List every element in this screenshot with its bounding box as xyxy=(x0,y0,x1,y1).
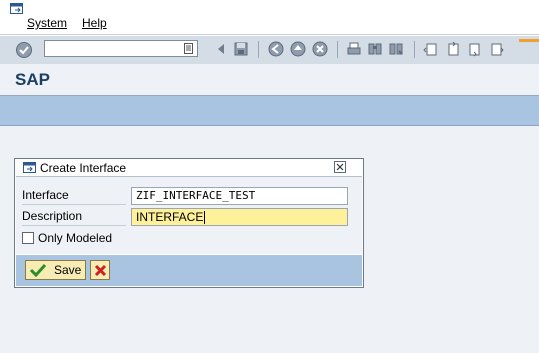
back-icon[interactable] xyxy=(214,41,230,57)
app-menu-icon[interactable] xyxy=(10,3,24,15)
previous-page-icon[interactable] xyxy=(445,41,461,57)
last-page-icon[interactable] xyxy=(488,41,504,57)
cancel-icon xyxy=(94,264,107,277)
description-field[interactable]: INTERFACE xyxy=(131,208,348,226)
description-label: Description xyxy=(22,207,126,226)
command-input[interactable] xyxy=(48,42,182,58)
menu-help[interactable]: Help xyxy=(82,16,107,30)
only-modeled-checkbox[interactable] xyxy=(22,232,34,244)
close-icon[interactable] xyxy=(334,161,346,173)
print-icon[interactable] xyxy=(346,41,362,57)
exit-icon[interactable] xyxy=(290,41,306,57)
find-icon[interactable] xyxy=(367,41,383,57)
command-field[interactable] xyxy=(44,40,198,58)
title-bar xyxy=(0,64,539,96)
toolbar-separator xyxy=(337,41,338,58)
cancel-button[interactable] xyxy=(90,260,110,280)
toolbar-separator xyxy=(258,41,259,58)
save-button[interactable]: Save xyxy=(25,260,86,280)
menu-system-label: System xyxy=(27,16,68,30)
find-next-icon[interactable] xyxy=(388,41,404,57)
checkmark-icon xyxy=(30,263,46,277)
description-value: INTERFACE xyxy=(136,210,204,224)
only-modeled-label: Only Modeled xyxy=(38,231,113,245)
history-dropdown-icon[interactable] xyxy=(184,43,193,54)
navigate-back-icon[interactable] xyxy=(268,41,284,57)
menu-bar xyxy=(0,0,539,35)
enter-icon[interactable] xyxy=(15,41,33,59)
toolbar-accent xyxy=(519,39,539,42)
save-icon[interactable] xyxy=(233,41,249,57)
menu-help-label: Help xyxy=(82,16,107,30)
menu-system[interactable]: System xyxy=(27,16,67,30)
page-title: SAP xyxy=(15,70,50,89)
save-button-label: Save xyxy=(54,263,82,277)
interface-field[interactable]: ZIF_INTERFACE_TEST xyxy=(131,187,348,205)
interface-label: Interface xyxy=(22,186,126,205)
application-toolbar xyxy=(0,96,539,126)
dialog-title: Create Interface xyxy=(40,161,127,175)
next-page-icon[interactable] xyxy=(466,41,482,57)
cancel-icon[interactable] xyxy=(312,41,328,57)
text-cursor xyxy=(204,211,206,225)
first-page-icon[interactable] xyxy=(423,41,439,57)
toolbar-separator xyxy=(414,41,415,58)
dialog-icon xyxy=(23,162,36,173)
